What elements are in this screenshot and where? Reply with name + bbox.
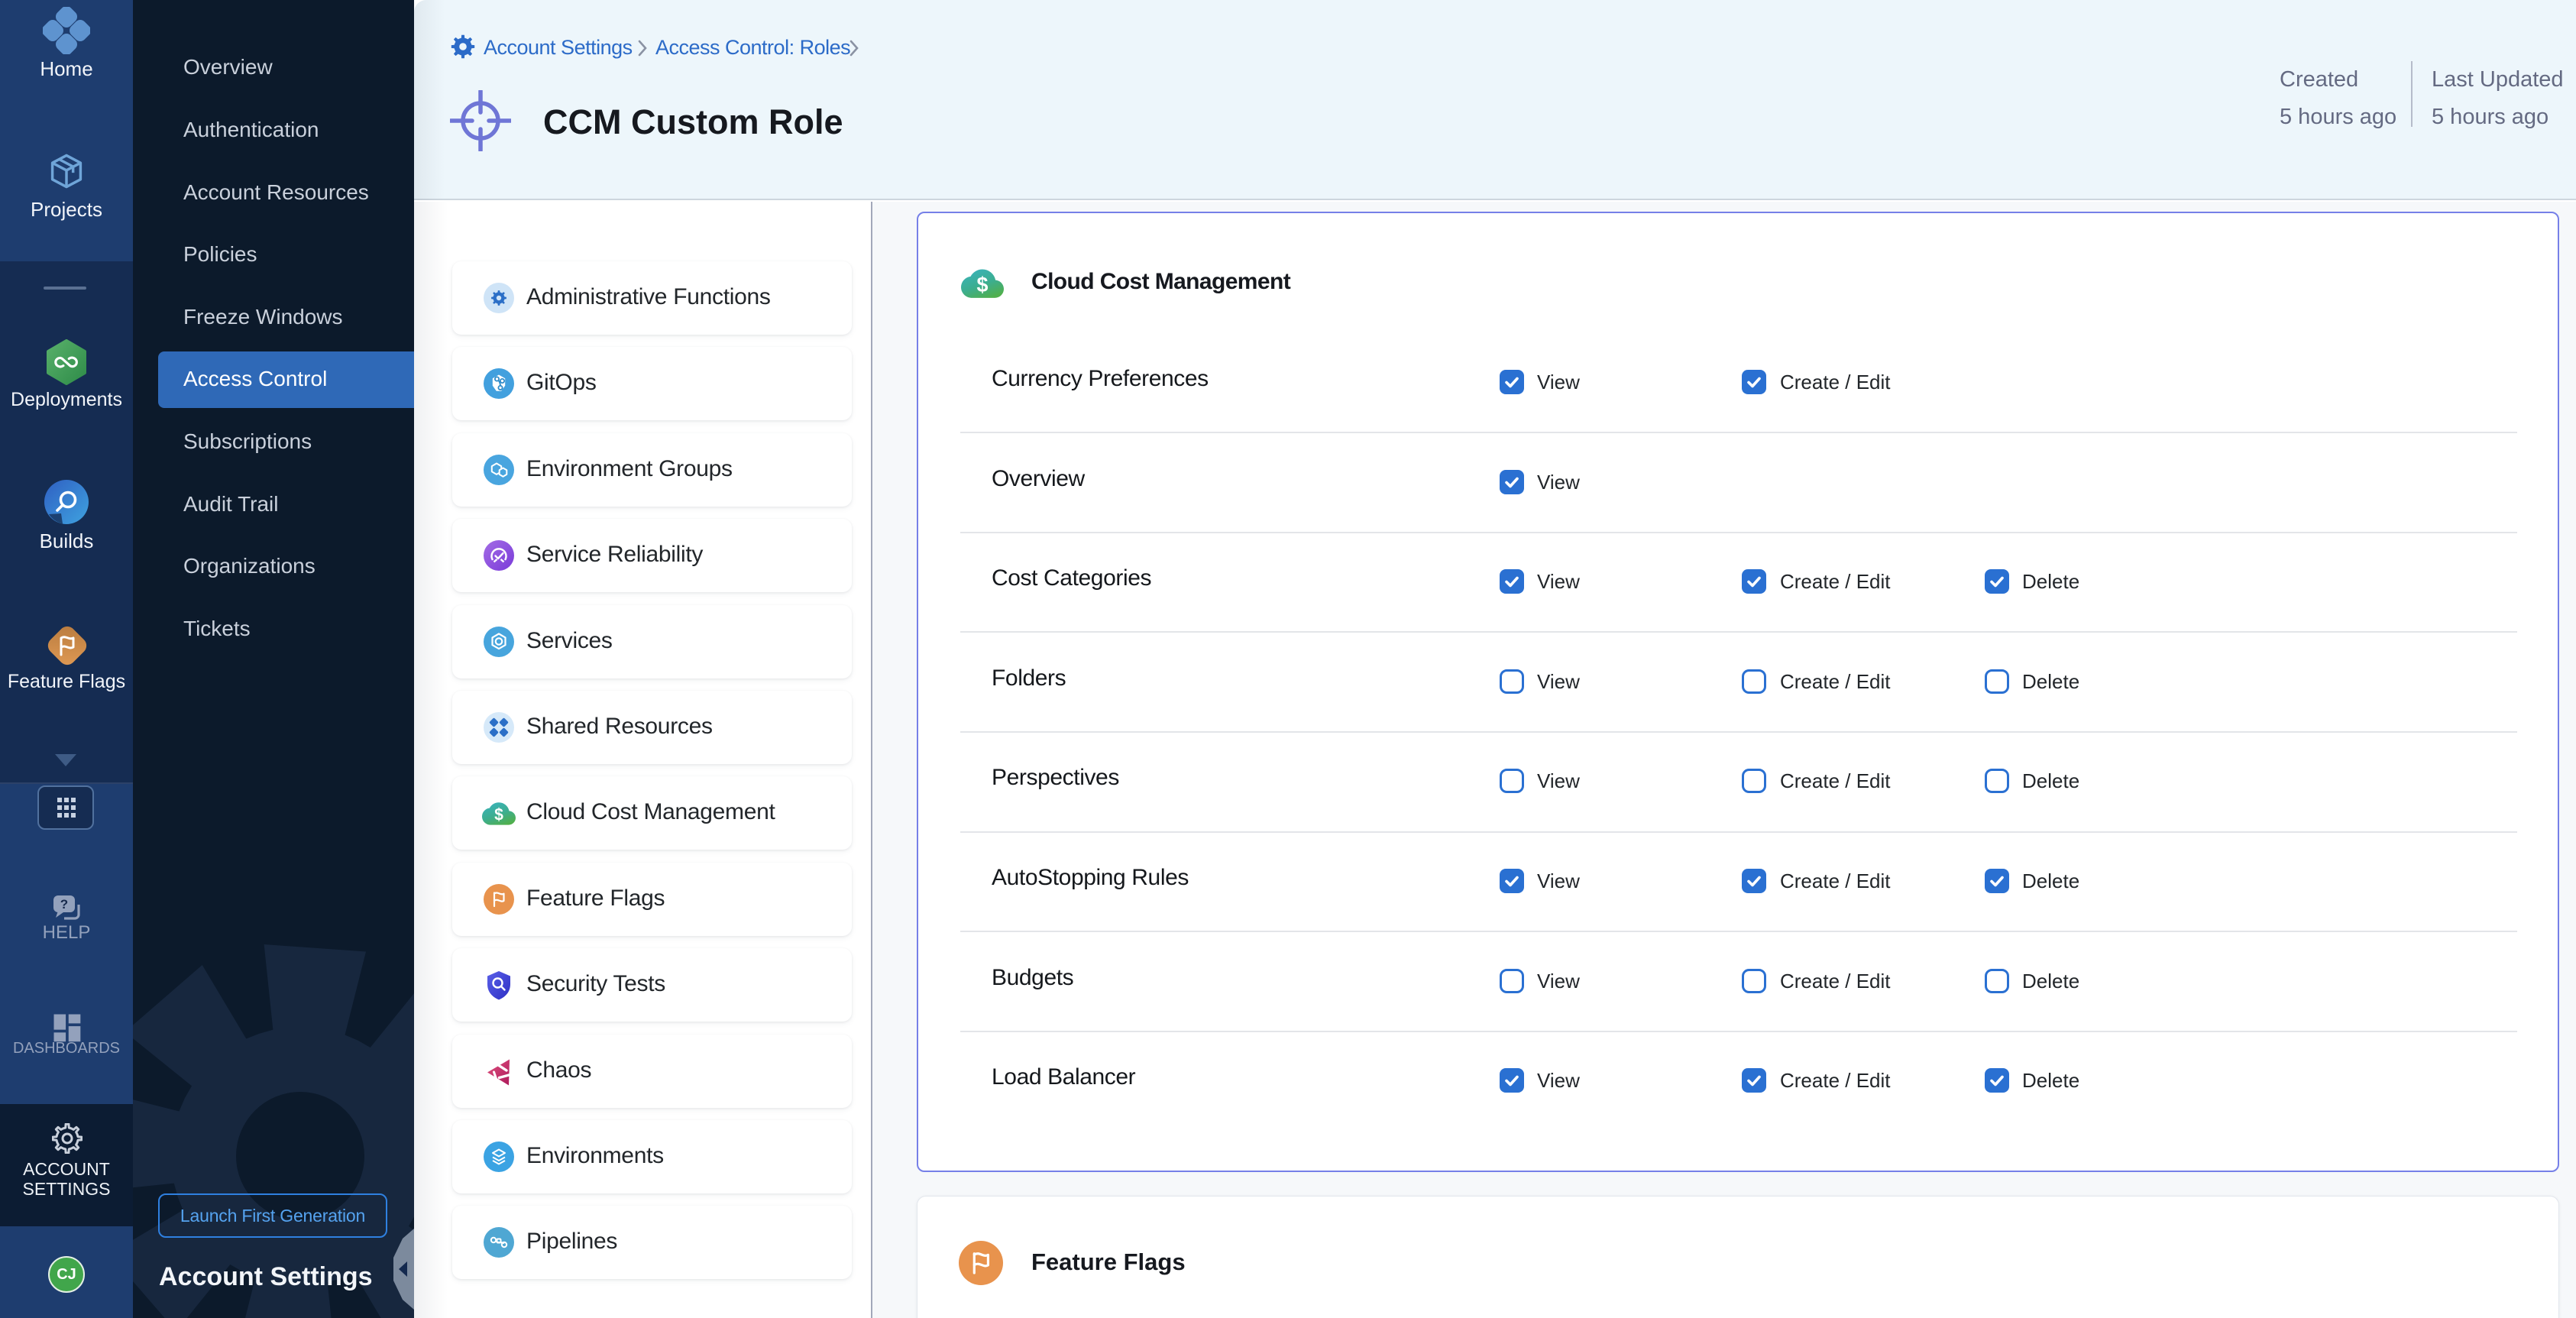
svg-text:$: $ xyxy=(977,273,989,297)
svg-text:$: $ xyxy=(494,805,503,824)
svg-text:?: ? xyxy=(60,897,68,912)
